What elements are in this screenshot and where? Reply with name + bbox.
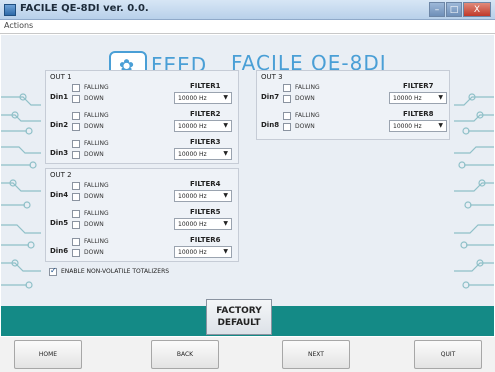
back-button[interactable]: BACK xyxy=(151,340,219,369)
filter2-value: 10000 Hz xyxy=(178,123,207,130)
din3-falling-checkbox[interactable] xyxy=(72,140,80,148)
out1-title: OUT 1 xyxy=(50,73,72,81)
din6-falling-checkbox[interactable] xyxy=(72,238,80,246)
din1-label: Din1 xyxy=(50,93,69,101)
minimize-button[interactable]: – xyxy=(429,2,445,17)
filter7-select[interactable]: 10000 Hz ▼ xyxy=(389,92,447,104)
din3-falling-label: FALLING xyxy=(84,140,109,147)
din7-label: Din7 xyxy=(261,93,280,101)
din2-down-label: DOWN xyxy=(84,123,104,130)
filter8-select[interactable]: 10000 Hz ▼ xyxy=(389,120,447,132)
window-title: FACILE QE-8DI ver. 0.0. xyxy=(20,3,149,14)
factory-default-button[interactable]: FACTORY DEFAULT xyxy=(206,299,272,335)
enable-totalizers-checkbox[interactable] xyxy=(49,266,57,276)
home-button[interactable]: HOME xyxy=(14,340,82,369)
din1-falling-label: FALLING xyxy=(84,84,109,91)
din2-falling-checkbox[interactable] xyxy=(72,112,80,120)
din7-down-checkbox[interactable] xyxy=(283,95,291,103)
chevron-down-icon: ▼ xyxy=(438,122,443,129)
nav-bar: HOME BACK NEXT QUIT xyxy=(0,337,495,372)
out1-group: OUT 1 Din1 FALLING DOWN FILTER1 10000 Hz… xyxy=(45,70,239,164)
din1-down-checkbox[interactable] xyxy=(72,95,80,103)
din4-falling-checkbox[interactable] xyxy=(72,182,80,190)
filter5-select[interactable]: 10000 Hz ▼ xyxy=(174,218,232,230)
din1-down-label: DOWN xyxy=(84,95,104,102)
filter8-label: FILTER8 xyxy=(403,110,434,118)
filter3-value: 10000 Hz xyxy=(178,151,207,158)
filter6-select[interactable]: 10000 Hz ▼ xyxy=(174,246,232,258)
factory-default-line2: DEFAULT xyxy=(217,318,261,328)
din6-down-checkbox[interactable] xyxy=(72,249,80,257)
filter7-value: 10000 Hz xyxy=(393,95,422,102)
filter7-label: FILTER7 xyxy=(403,82,434,90)
circuit-decoration-right xyxy=(454,93,494,289)
menu-bar: Actions xyxy=(0,20,495,34)
chevron-down-icon: ▼ xyxy=(223,150,228,157)
din8-down-label: DOWN xyxy=(295,123,315,130)
din8-down-checkbox[interactable] xyxy=(283,123,291,131)
chevron-down-icon: ▼ xyxy=(223,192,228,199)
din8-label: Din8 xyxy=(261,121,280,129)
filter5-label: FILTER5 xyxy=(190,208,221,216)
din7-falling-checkbox[interactable] xyxy=(283,84,291,92)
chevron-down-icon: ▼ xyxy=(223,248,228,255)
filter6-label: FILTER6 xyxy=(190,236,221,244)
out2-group: OUT 2 Din4 FALLING DOWN FILTER4 10000 Hz… xyxy=(45,168,239,262)
app-icon xyxy=(4,4,16,16)
main-panel: ✿ FEED FACILE QE-8DI OUT 1 Din1 FALLING … xyxy=(1,35,494,336)
factory-default-line1: FACTORY xyxy=(216,306,262,316)
din2-down-checkbox[interactable] xyxy=(72,123,80,131)
out3-group: OUT 3 Din7 FALLING DOWN FILTER7 10000 Hz… xyxy=(256,70,450,140)
chevron-down-icon: ▼ xyxy=(223,220,228,227)
din2-label: Din2 xyxy=(50,121,69,129)
filter8-value: 10000 Hz xyxy=(393,123,422,130)
chevron-down-icon: ▼ xyxy=(223,122,228,129)
quit-button[interactable]: QUIT xyxy=(414,340,482,369)
chevron-down-icon: ▼ xyxy=(223,94,228,101)
din1-falling-checkbox[interactable] xyxy=(72,84,80,92)
enable-totalizers-label: ENABLE NON-VOLATILE TOTALIZERS xyxy=(61,268,170,275)
din6-label: Din6 xyxy=(50,247,69,255)
din7-falling-label: FALLING xyxy=(295,84,320,91)
menu-actions[interactable]: Actions xyxy=(4,21,33,30)
filter4-value: 10000 Hz xyxy=(178,193,207,200)
din6-falling-label: FALLING xyxy=(84,238,109,245)
circuit-decoration-left xyxy=(1,93,41,289)
din5-falling-label: FALLING xyxy=(84,210,109,217)
din5-label: Din5 xyxy=(50,219,69,227)
filter2-label: FILTER2 xyxy=(190,110,221,118)
din8-falling-label: FALLING xyxy=(295,112,320,119)
filter1-label: FILTER1 xyxy=(190,82,221,90)
title-bar: FACILE QE-8DI ver. 0.0. – □ X xyxy=(0,0,495,20)
din8-falling-checkbox[interactable] xyxy=(283,112,291,120)
filter5-value: 10000 Hz xyxy=(178,221,207,228)
din4-label: Din4 xyxy=(50,191,69,199)
din4-falling-label: FALLING xyxy=(84,182,109,189)
din4-down-label: DOWN xyxy=(84,193,104,200)
din3-down-checkbox[interactable] xyxy=(72,151,80,159)
din3-down-label: DOWN xyxy=(84,151,104,158)
din5-down-label: DOWN xyxy=(84,221,104,228)
filter3-select[interactable]: 10000 Hz ▼ xyxy=(174,148,232,160)
din5-falling-checkbox[interactable] xyxy=(72,210,80,218)
filter4-label: FILTER4 xyxy=(190,180,221,188)
chevron-down-icon: ▼ xyxy=(438,94,443,101)
next-button[interactable]: NEXT xyxy=(282,340,350,369)
din4-down-checkbox[interactable] xyxy=(72,193,80,201)
filter4-select[interactable]: 10000 Hz ▼ xyxy=(174,190,232,202)
din3-label: Din3 xyxy=(50,149,69,157)
out2-title: OUT 2 xyxy=(50,171,72,179)
close-button[interactable]: X xyxy=(463,2,491,17)
filter2-select[interactable]: 10000 Hz ▼ xyxy=(174,120,232,132)
filter6-value: 10000 Hz xyxy=(178,249,207,256)
maximize-button[interactable]: □ xyxy=(446,2,462,17)
out3-title: OUT 3 xyxy=(261,73,283,81)
din7-down-label: DOWN xyxy=(295,95,315,102)
din6-down-label: DOWN xyxy=(84,249,104,256)
filter3-label: FILTER3 xyxy=(190,138,221,146)
filter1-select[interactable]: 10000 Hz ▼ xyxy=(174,92,232,104)
din2-falling-label: FALLING xyxy=(84,112,109,119)
din5-down-checkbox[interactable] xyxy=(72,221,80,229)
filter1-value: 10000 Hz xyxy=(178,95,207,102)
